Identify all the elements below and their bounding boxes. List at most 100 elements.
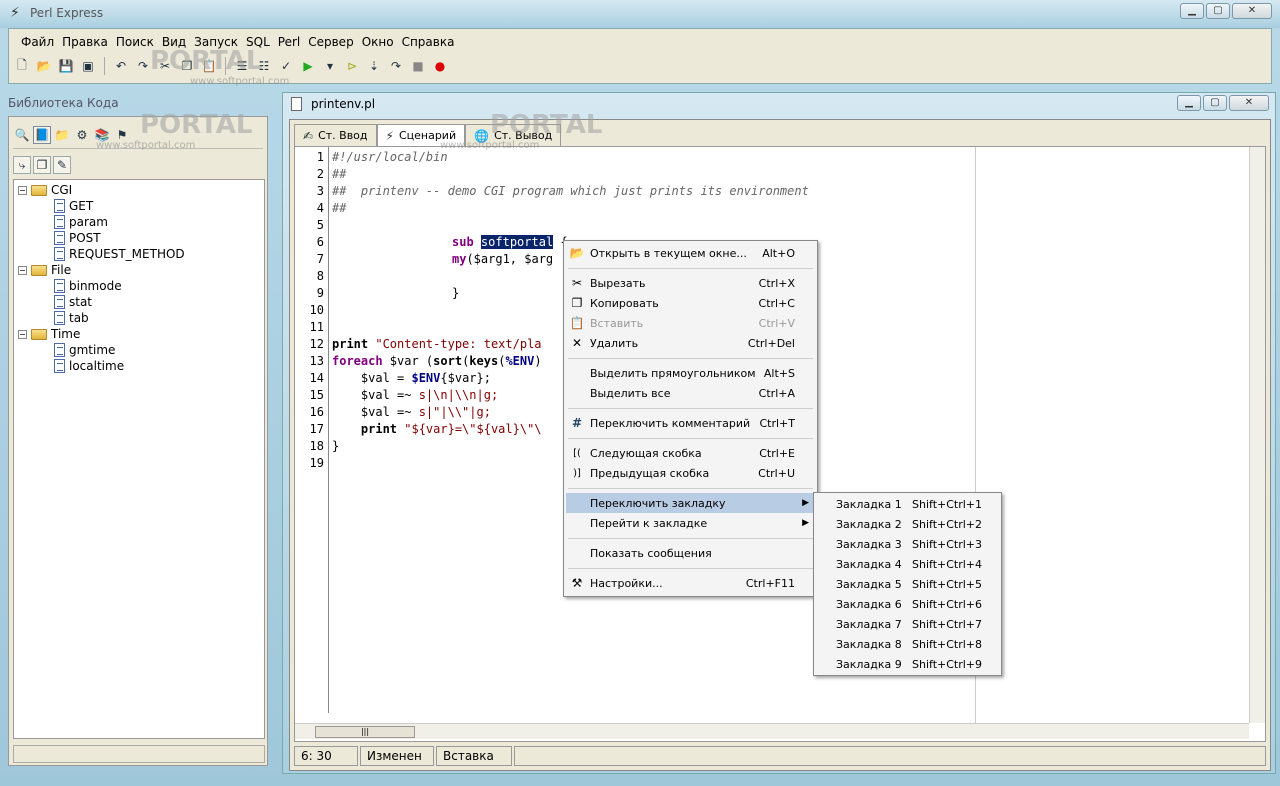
menu-toggle-bookmark[interactable]: Переключить закладку ▶ <box>566 493 815 513</box>
menu-file[interactable]: Файл <box>17 34 58 50</box>
bookmark-item[interactable]: Закладка 3 Shift+Ctrl+3 <box>836 534 998 554</box>
watermark: PORTAL <box>140 110 253 140</box>
library-actions-toolbar: ⤷ ❐ ✎ <box>13 151 71 179</box>
bookmark-item[interactable]: Закладка 7 Shift+Ctrl+7 <box>836 614 998 634</box>
menu-separator <box>568 358 813 359</box>
menu-copy[interactable]: ❐ Копировать Ctrl+C <box>566 293 815 313</box>
tree-item[interactable]: binmode <box>54 278 122 294</box>
menu-help[interactable]: Справка <box>398 34 459 50</box>
step-into-icon[interactable]: ⇣ <box>365 57 383 75</box>
tree-folder[interactable]: − CGI <box>18 182 72 198</box>
menu-open-in-window[interactable]: 📂 Открыть в текущем окне... Alt+O <box>566 243 815 263</box>
submenu-arrow-icon: ▶ <box>802 518 809 528</box>
folder-icon <box>31 328 47 340</box>
step-over-icon[interactable]: ↷ <box>387 57 405 75</box>
bookmark-item[interactable]: Закладка 1 Shift+Ctrl+1 <box>836 494 998 514</box>
bookmark-item[interactable]: Закладка 9 Shift+Ctrl+9 <box>836 654 998 674</box>
menu-show-messages[interactable]: Показать сообщения <box>566 543 815 563</box>
tree-folder[interactable]: − Time <box>18 326 80 342</box>
open-folder-icon[interactable]: 📂 <box>35 57 53 75</box>
run-icon[interactable]: ▶ <box>299 57 317 75</box>
code-line: ## <box>332 167 347 181</box>
editor-maximize-button[interactable]: ▢ <box>1203 95 1227 111</box>
menu-select-rectangle[interactable]: Выделить прямоугольником Alt+S <box>566 363 815 383</box>
menu-prev-bracket[interactable]: )] Предыдущая скобка Ctrl+U <box>566 463 815 483</box>
tree-item[interactable]: GET <box>54 198 93 214</box>
horizontal-scrollbar[interactable]: ||| <box>295 723 1249 739</box>
file-icon <box>291 97 302 111</box>
code-line: my($arg1, $arg <box>452 252 554 266</box>
run-dropdown-icon[interactable]: ▾ <box>321 57 339 75</box>
new-file-icon[interactable]: 🗋 <box>13 57 31 75</box>
breakpoint-icon[interactable]: ● <box>431 57 449 75</box>
edit-icon[interactable]: ✎ <box>53 156 71 174</box>
tree-item[interactable]: stat <box>54 294 92 310</box>
library-title: Библиотека Кода <box>8 96 119 110</box>
menu-goto-bookmark[interactable]: Перейти к закладке ▶ <box>566 513 815 533</box>
editor-minimize-button[interactable]: ▁ <box>1177 95 1201 111</box>
menu-separator <box>568 268 813 269</box>
document-icon <box>54 279 65 293</box>
tree-item[interactable]: tab <box>54 310 89 326</box>
menu-edit[interactable]: Правка <box>58 34 112 50</box>
save-icon[interactable]: 💾 <box>57 57 75 75</box>
code-line: ## <box>332 201 347 215</box>
menu-cut[interactable]: ✂ Вырезать Ctrl+X <box>566 273 815 293</box>
menu-separator <box>568 538 813 539</box>
undo-icon[interactable]: ↶ <box>112 57 130 75</box>
menu-server[interactable]: Сервер <box>304 34 357 50</box>
bookmark-item[interactable]: Закладка 5 Shift+Ctrl+5 <box>836 574 998 594</box>
gear-icon[interactable]: ⚙ <box>73 126 91 144</box>
bookmark-item[interactable]: Закладка 4 Shift+Ctrl+4 <box>836 554 998 574</box>
close-button[interactable]: ✕ <box>1232 3 1272 19</box>
tree-item[interactable]: param <box>54 214 108 230</box>
duplicate-icon[interactable]: ❐ <box>33 156 51 174</box>
watermark-url: www.softportal.com <box>96 140 196 151</box>
bookmark-item[interactable]: Закладка 6 Shift+Ctrl+6 <box>836 594 998 614</box>
paste-icon: 📋 <box>569 316 585 330</box>
debug-run-icon[interactable]: ⊳ <box>343 57 361 75</box>
maximize-button[interactable]: ▢ <box>1206 3 1230 19</box>
menu-delete[interactable]: ✕ Удалить Ctrl+Del <box>566 333 815 353</box>
search-icon[interactable]: 🔍 <box>13 126 31 144</box>
collapse-icon[interactable]: − <box>18 329 27 339</box>
editor-close-button[interactable]: ✕ <box>1229 95 1269 111</box>
menu-toggle-comment[interactable]: # Переключить комментарий Ctrl+T <box>566 413 815 433</box>
tree-item[interactable]: gmtime <box>54 342 115 358</box>
tree-item[interactable]: REQUEST_METHOD <box>54 246 185 262</box>
scrollbar-thumb[interactable]: ||| <box>315 726 415 738</box>
bookmark-item[interactable]: Закладка 8 Shift+Ctrl+8 <box>836 634 998 654</box>
code-line: ## printenv -- demo CGI program which ju… <box>332 184 809 198</box>
document-icon <box>54 215 65 229</box>
document-icon <box>54 295 65 309</box>
insert-icon[interactable]: ⤷ <box>13 156 31 174</box>
library-status <box>13 745 265 763</box>
stop-icon[interactable]: ■ <box>409 57 427 75</box>
save-all-icon[interactable]: ▣ <box>79 57 97 75</box>
context-menu: 📂 Открыть в текущем окне... Alt+O ✂ Вырезат… <box>563 240 818 597</box>
minimize-button[interactable]: ▁ <box>1180 3 1204 19</box>
tree-item[interactable]: localtime <box>54 358 124 374</box>
document-icon <box>54 343 65 357</box>
menu-perl[interactable]: Perl <box>274 34 304 50</box>
bookmark-item[interactable]: Закладка 2 Shift+Ctrl+2 <box>836 514 998 534</box>
code-line: sub softportal { <box>452 235 568 249</box>
menu-window[interactable]: Окно <box>358 34 398 50</box>
menu-select-all[interactable]: Выделить все Ctrl+A <box>566 383 815 403</box>
tab-stdin[interactable]: ✍ Ст. Ввод <box>294 124 377 146</box>
menu-paste[interactable]: 📋 Вставить Ctrl+V <box>566 313 815 333</box>
cursor-position: 6: 30 <box>294 746 358 766</box>
vertical-scrollbar[interactable] <box>1249 147 1265 723</box>
copy-icon: ❐ <box>571 296 583 310</box>
window-title: Perl Express <box>30 6 104 20</box>
collapse-icon[interactable]: − <box>18 185 27 195</box>
books-icon[interactable]: 📘 <box>33 125 51 144</box>
folders-icon[interactable]: 📁 <box>53 126 71 144</box>
collapse-icon[interactable]: − <box>18 265 27 275</box>
syntax-check-icon[interactable]: ✓ <box>277 57 295 75</box>
tree-folder[interactable]: − File <box>18 262 71 278</box>
menu-settings[interactable]: ⚒ Настройки... Ctrl+F11 <box>566 573 815 593</box>
folder-icon <box>31 184 47 196</box>
menu-next-bracket[interactable]: [(Следующая скобка Ctrl+E <box>566 443 815 463</box>
tree-item[interactable]: POST <box>54 230 101 246</box>
